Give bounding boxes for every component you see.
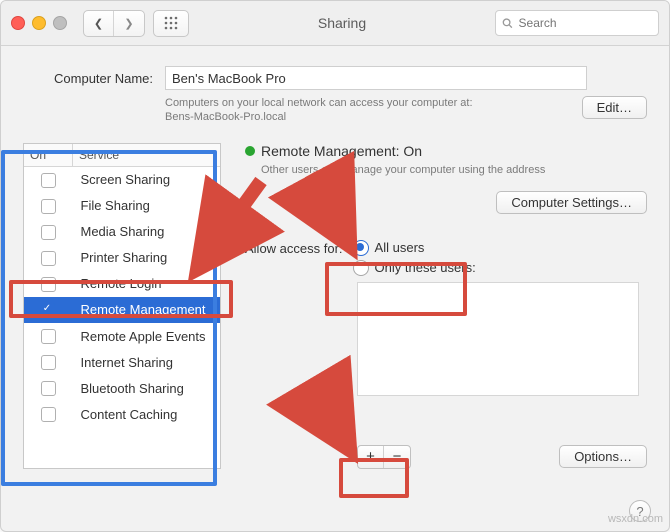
remove-user-button[interactable]: − bbox=[384, 446, 410, 468]
checkbox-icon bbox=[41, 355, 56, 370]
service-label: Remote Management bbox=[73, 297, 221, 323]
table-row[interactable]: Media Sharing bbox=[24, 219, 220, 245]
minimize-icon[interactable] bbox=[32, 16, 46, 30]
service-checkbox[interactable] bbox=[24, 297, 73, 323]
show-all-button[interactable] bbox=[153, 10, 189, 37]
options-button[interactable]: Options… bbox=[559, 445, 647, 468]
checkbox-icon bbox=[41, 407, 56, 422]
table-row[interactable]: Screen Sharing bbox=[24, 166, 220, 193]
window-controls bbox=[11, 16, 67, 30]
service-checkbox[interactable] bbox=[24, 219, 73, 245]
checkbox-icon bbox=[41, 329, 56, 344]
status-help: Other users can manage your computer usi… bbox=[261, 163, 647, 177]
radio-icon bbox=[353, 260, 369, 276]
service-checkbox[interactable] bbox=[24, 323, 73, 349]
checkbox-icon bbox=[41, 303, 56, 318]
service-label: Screen Sharing bbox=[73, 166, 221, 193]
table-row[interactable]: Remote Login bbox=[24, 271, 220, 297]
service-label: Bluetooth Sharing bbox=[73, 375, 221, 401]
checkbox-icon bbox=[41, 277, 56, 292]
add-user-button[interactable]: + bbox=[358, 446, 384, 468]
close-icon[interactable] bbox=[11, 16, 25, 30]
table-row[interactable]: File Sharing bbox=[24, 193, 220, 219]
access-only-users[interactable]: Only these users: bbox=[353, 260, 476, 276]
grid-icon bbox=[164, 16, 178, 30]
table-row[interactable]: Printer Sharing bbox=[24, 245, 220, 271]
service-label: Printer Sharing bbox=[73, 245, 221, 271]
service-label: Content Caching bbox=[73, 401, 221, 427]
forward-button[interactable]: ❯ bbox=[114, 11, 144, 36]
checkbox-icon bbox=[41, 381, 56, 396]
table-row[interactable]: Bluetooth Sharing bbox=[24, 375, 220, 401]
status-dot-icon bbox=[245, 146, 255, 156]
checkbox-icon bbox=[41, 199, 56, 214]
service-label: Remote Apple Events bbox=[73, 323, 221, 349]
table-row[interactable]: Internet Sharing bbox=[24, 349, 220, 375]
service-checkbox[interactable] bbox=[24, 245, 73, 271]
service-checkbox[interactable] bbox=[24, 166, 73, 193]
access-label: Allow access for: bbox=[245, 240, 343, 256]
edit-button[interactable]: Edit… bbox=[582, 96, 647, 119]
computer-settings-button[interactable]: Computer Settings… bbox=[496, 191, 647, 214]
service-checkbox[interactable] bbox=[24, 375, 73, 401]
search-input[interactable] bbox=[517, 15, 652, 31]
maximize-icon bbox=[53, 16, 67, 30]
nav-back-forward[interactable]: ❮ ❯ bbox=[83, 10, 145, 37]
service-label: File Sharing bbox=[73, 193, 221, 219]
service-checkbox[interactable] bbox=[24, 349, 73, 375]
radio-icon bbox=[353, 240, 369, 256]
access-all-users[interactable]: All users bbox=[353, 240, 476, 256]
table-row[interactable]: Remote Management bbox=[24, 297, 220, 323]
service-checkbox[interactable] bbox=[24, 271, 73, 297]
table-row[interactable]: Content Caching bbox=[24, 401, 220, 427]
computer-name-input[interactable] bbox=[165, 66, 587, 90]
search-icon bbox=[502, 17, 513, 29]
user-list[interactable] bbox=[357, 282, 639, 396]
service-label: Remote Login bbox=[73, 271, 221, 297]
service-checkbox[interactable] bbox=[24, 193, 73, 219]
services-table[interactable]: On Service Screen SharingFile SharingMed… bbox=[23, 143, 221, 469]
search-field[interactable] bbox=[495, 10, 659, 36]
checkbox-icon bbox=[41, 173, 56, 188]
computer-name-help: Computers on your local network can acce… bbox=[165, 96, 568, 125]
service-checkbox[interactable] bbox=[24, 401, 73, 427]
col-header-service[interactable]: Service bbox=[73, 144, 221, 167]
back-button[interactable]: ❮ bbox=[84, 11, 114, 36]
window-title: Sharing bbox=[197, 15, 487, 31]
service-label: Internet Sharing bbox=[73, 349, 221, 375]
service-label: Media Sharing bbox=[73, 219, 221, 245]
checkbox-icon bbox=[41, 251, 56, 266]
table-row[interactable]: Remote Apple Events bbox=[24, 323, 220, 349]
computer-name-label: Computer Name: bbox=[23, 71, 155, 86]
status-title: Remote Management: On bbox=[261, 143, 422, 159]
watermark: wsxdn.com bbox=[608, 513, 663, 525]
checkbox-icon bbox=[41, 225, 56, 240]
col-header-on[interactable]: On bbox=[24, 144, 73, 167]
